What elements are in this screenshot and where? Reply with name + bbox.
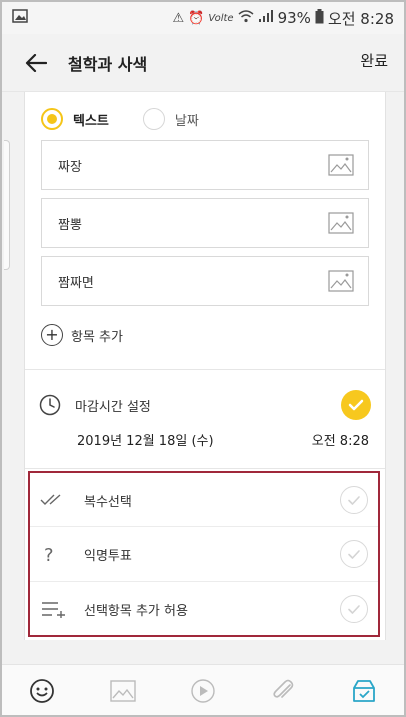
plus-icon: + xyxy=(41,324,63,346)
image-icon xyxy=(109,680,136,702)
emoji-icon xyxy=(30,679,55,703)
svg-text:?: ? xyxy=(44,545,54,564)
attach-icon xyxy=(273,679,294,698)
image-button[interactable] xyxy=(108,676,138,706)
check-icon xyxy=(348,399,364,411)
battery-icon xyxy=(315,8,324,28)
setting-label: 복수선택 xyxy=(84,494,132,510)
poll-option-text: 짬뽕 xyxy=(58,217,82,233)
radio-date[interactable] xyxy=(142,108,165,130)
add-item-button[interactable]: + 항목 추가 xyxy=(41,324,123,346)
image-icon[interactable] xyxy=(328,212,354,234)
bottom-toolbar xyxy=(2,664,404,715)
poll-option-text: 짬짜면 xyxy=(58,275,94,291)
setting-label: 선택항목 추가 허용 xyxy=(84,603,188,619)
done-button[interactable]: 완료 xyxy=(360,50,388,71)
add-item-label: 항목 추가 xyxy=(71,329,123,345)
check-icon xyxy=(348,604,360,614)
poll-option-2[interactable]: 짬뽕 xyxy=(41,198,369,248)
image-icon[interactable] xyxy=(328,270,354,292)
radio-text-label[interactable]: 텍스트 xyxy=(73,110,109,129)
divider xyxy=(25,468,385,469)
clock-icon xyxy=(39,394,61,416)
deadline-date[interactable]: 2019년 12월 18일 (수) xyxy=(77,430,214,449)
poll-settings-group: 복수선택 ? 익명투표 선택항목 추가 허용 xyxy=(28,471,380,637)
status-bar: ⚠ ⏰ Volte 93% 오전 8:28 xyxy=(2,2,404,34)
radio-text[interactable] xyxy=(41,108,63,130)
check-icon xyxy=(348,549,360,559)
question-icon: ? xyxy=(44,545,54,564)
clock: 오전 8:28 xyxy=(327,9,394,28)
gallery-notification-icon xyxy=(12,9,28,27)
poll-type-selector: 텍스트 날짜 xyxy=(41,108,199,130)
check-icon xyxy=(348,495,360,505)
divider xyxy=(25,369,385,370)
setting-allow-add-items[interactable]: 선택항목 추가 허용 xyxy=(30,582,378,636)
list-add-icon xyxy=(42,602,65,618)
deadline-toggle-row[interactable]: 마감시간 설정 xyxy=(39,388,371,422)
deadline-check-toggle[interactable] xyxy=(341,390,371,420)
emoji-button[interactable] xyxy=(27,676,57,706)
wifi-icon xyxy=(238,9,254,27)
play-icon xyxy=(191,679,215,703)
signal-icon xyxy=(258,9,274,27)
deadline-time[interactable]: 오전 8:28 xyxy=(312,430,369,449)
page-title: 철학과 사색 xyxy=(68,54,148,74)
volte-icon: Volte xyxy=(208,12,234,24)
arrow-left-icon xyxy=(25,53,47,72)
image-icon[interactable] xyxy=(328,154,354,176)
setting-anonymous-vote[interactable]: ? 익명투표 xyxy=(30,527,378,581)
deadline-label: 마감시간 설정 xyxy=(75,399,151,415)
video-button[interactable] xyxy=(188,676,218,706)
setting-check-toggle[interactable] xyxy=(340,540,368,568)
battery-percent: 93% xyxy=(277,9,311,27)
poll-box-icon xyxy=(352,680,375,702)
phone-screen: ⚠ ⏰ Volte 93% 오전 8:28 철학과 사색 완료 텍스트 날짜 짜… xyxy=(0,0,406,717)
setting-check-toggle[interactable] xyxy=(340,486,368,514)
attach-button[interactable] xyxy=(268,676,298,706)
poll-option-3[interactable]: 짬짜면 xyxy=(41,256,369,306)
poll-option-text: 짜장 xyxy=(58,159,82,175)
setting-check-toggle[interactable] xyxy=(340,595,368,623)
poll-option-1[interactable]: 짜장 xyxy=(41,140,369,190)
warning-icon: ⚠ xyxy=(172,10,185,26)
alarm-icon: ⏰ xyxy=(188,10,205,26)
back-button[interactable] xyxy=(16,43,56,83)
radio-date-label[interactable]: 날짜 xyxy=(175,110,199,129)
setting-multiple-choice[interactable]: 복수선택 xyxy=(30,473,378,527)
double-check-icon xyxy=(40,494,61,505)
setting-label: 익명투표 xyxy=(84,548,132,564)
app-header: 철학과 사색 완료 xyxy=(2,34,404,92)
left-scroll-handle[interactable] xyxy=(4,140,10,270)
poll-button[interactable] xyxy=(349,676,379,706)
